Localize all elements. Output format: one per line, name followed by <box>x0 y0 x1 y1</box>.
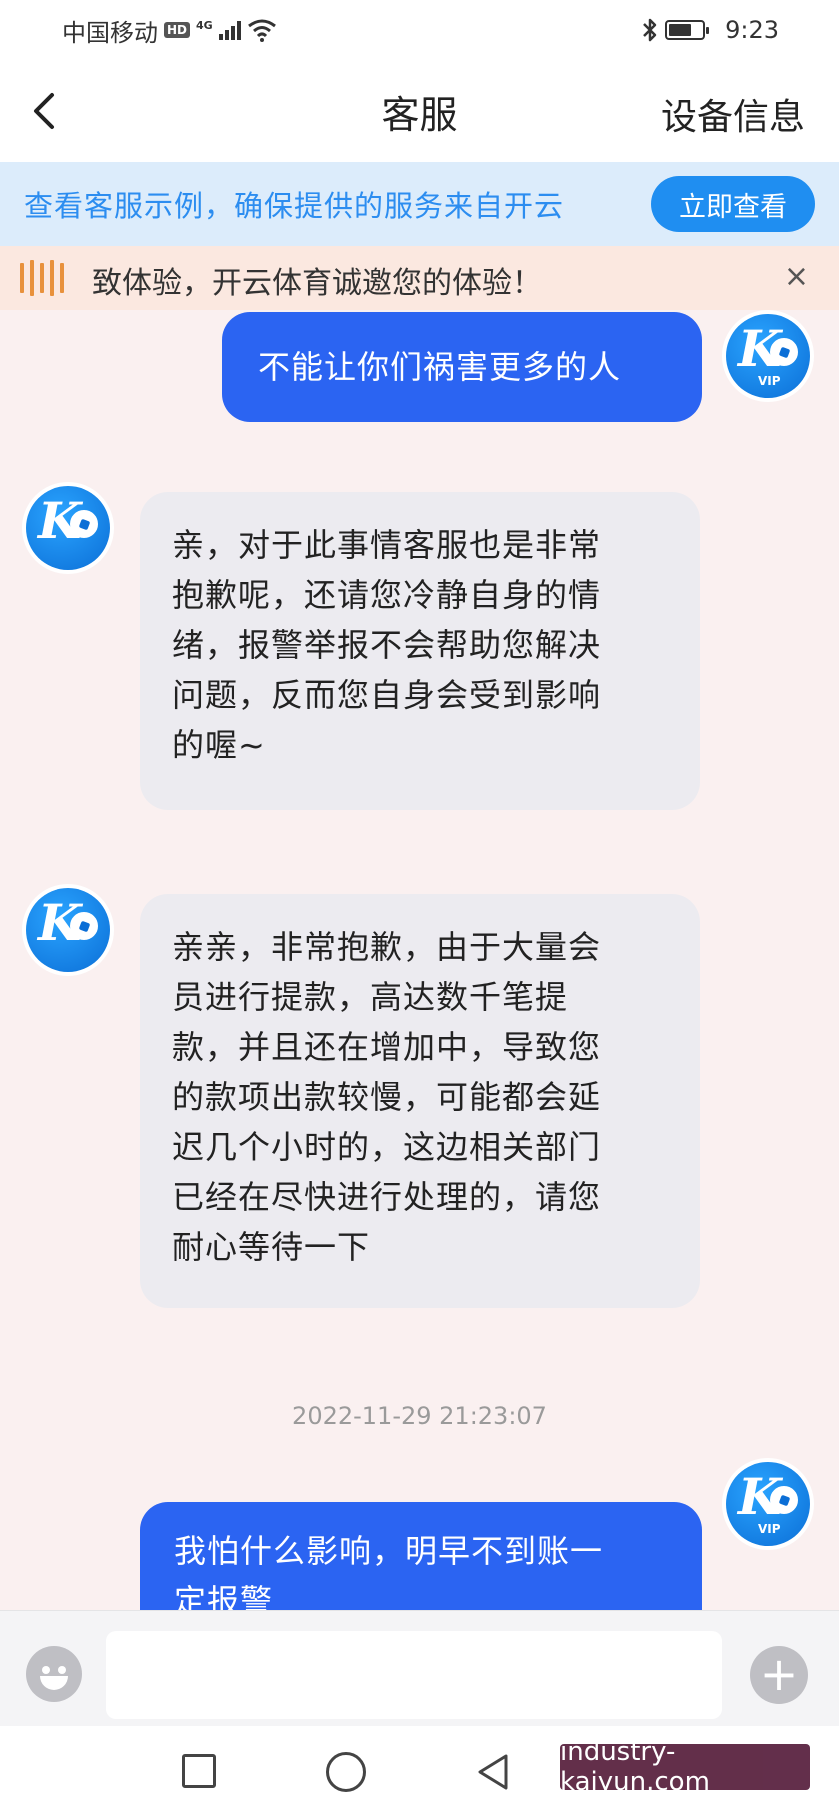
message-timestamp: 2022-11-29 21:23:07 <box>292 1402 547 1430</box>
message-line: 迟几个小时的，这边相关部门 <box>172 1128 602 1166</box>
kaiyun-logo-icon: K VIP <box>726 314 810 398</box>
message-line: 抱歉呢，还请您冷静自身的情 <box>172 576 602 614</box>
message-line: 问题，反而您自身会受到影响 <box>172 676 602 714</box>
kaiyun-logo-icon: K <box>26 888 110 972</box>
message-line: 定报警 <box>174 1582 274 1610</box>
user-avatar[interactable]: K VIP <box>722 1458 814 1550</box>
message-line: 的款项出款较慢，可能都会延 <box>172 1078 602 1116</box>
status-right: 9:23 <box>641 16 779 44</box>
wifi-icon <box>247 19 276 42</box>
agent-message-bubble: 亲亲，非常抱歉，由于大量会 员进行提款，高达数千笔提 款，并且还在增加中，导致您… <box>140 894 700 1308</box>
back-triangle-icon[interactable] <box>474 1752 510 1792</box>
device-info-button[interactable]: 设备信息 <box>661 88 805 140</box>
vip-label: VIP <box>758 1522 781 1536</box>
back-button[interactable] <box>22 86 66 136</box>
signal-icon <box>218 20 241 40</box>
input-bar: + <box>0 1610 839 1726</box>
page-title: 客服 <box>381 92 458 137</box>
agent-avatar[interactable]: K <box>22 482 114 574</box>
emoji-icon[interactable] <box>26 1646 82 1702</box>
user-message-bubble: 我怕什么影响，明早不到账一 定报警 <box>140 1502 702 1610</box>
agent-message-bubble: 亲，对于此事情客服也是非常 抱歉呢，还请您冷静自身的情 绪，报警举报不会帮助您解… <box>140 492 700 810</box>
plus-icon[interactable]: + <box>750 1646 808 1704</box>
status-left: 中国移动 HD 4G <box>62 13 277 48</box>
nav-bar: 客服 设备信息 <box>0 60 839 162</box>
user-avatar[interactable]: K VIP <box>722 310 814 402</box>
message-line: 的喔~ <box>172 726 266 764</box>
notice-bar: 致体验，开云体育诚邀您的体验！ × <box>0 246 839 310</box>
message-text: 不能让你们祸害更多的人 <box>258 348 622 386</box>
network-type: 4G <box>196 18 213 32</box>
message-input[interactable] <box>106 1631 722 1719</box>
hd-badge: HD <box>164 22 191 38</box>
chat-area[interactable]: 不能让你们祸害更多的人 K VIP K 亲，对于此事情客服也是非常 抱歉呢，还请… <box>0 310 839 1610</box>
vip-label: VIP <box>758 374 781 388</box>
status-bar: 中国移动 HD 4G 9:23 <box>0 0 839 60</box>
verify-banner-text: 查看客服示例，确保提供的服务来自开云 <box>24 189 565 223</box>
message-line: 已经在尽快进行处理的，请您 <box>172 1178 602 1216</box>
view-now-button[interactable]: 立即查看 <box>651 176 815 232</box>
message-line: 亲亲，非常抱歉，由于大量会 <box>172 928 602 966</box>
message-line: 耐心等待一下 <box>172 1228 371 1266</box>
carrier-name: 中国移动 <box>62 18 158 47</box>
kaiyun-logo-icon: K VIP <box>726 1462 810 1546</box>
announcement-icon <box>20 260 64 296</box>
message-line: 款，并且还在增加中，导致您 <box>172 1028 602 1066</box>
message-line: 员进行提款，高达数千笔提 <box>172 978 569 1016</box>
close-icon[interactable]: × <box>784 260 809 294</box>
bluetooth-icon <box>643 18 657 42</box>
chevron-left-icon <box>34 93 54 129</box>
message-line: 绪，报警举报不会帮助您解决 <box>172 626 602 664</box>
status-time: 9:23 <box>725 16 779 44</box>
message-line: 亲，对于此事情客服也是非常 <box>172 526 602 564</box>
battery-icon <box>665 20 710 40</box>
home-icon[interactable] <box>326 1752 366 1792</box>
verify-banner: 查看客服示例，确保提供的服务来自开云 立即查看 <box>0 162 839 246</box>
recent-apps-icon[interactable] <box>182 1754 216 1788</box>
agent-avatar[interactable]: K <box>22 884 114 976</box>
watermark-badge: industry-kaiyun.com <box>560 1737 810 1797</box>
user-message-bubble: 不能让你们祸害更多的人 <box>222 312 702 422</box>
notice-text: 致体验，开云体育诚邀您的体验！ <box>92 266 542 301</box>
kaiyun-logo-icon: K <box>26 486 110 570</box>
message-line: 我怕什么影响，明早不到账一 <box>174 1532 604 1570</box>
